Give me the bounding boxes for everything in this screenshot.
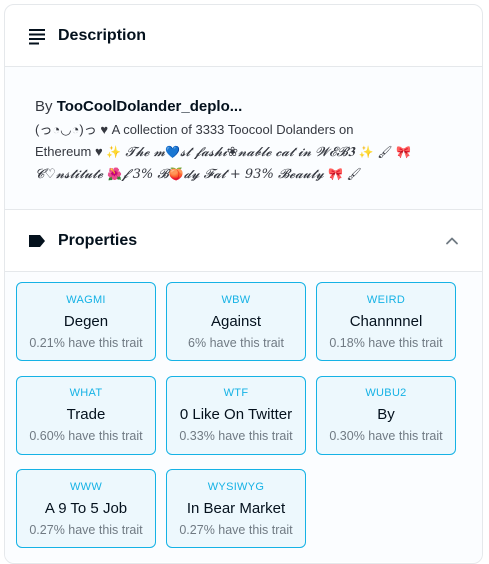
script-constitute: 𝓒♡𝓷𝓼𝓽𝓲𝓽𝓾𝓽𝓮 <box>35 167 108 182</box>
trait-type: WUBU2 <box>365 387 407 400</box>
trait-rarity: 0.21% have this trait <box>29 335 143 350</box>
chevron-up-icon[interactable] <box>444 233 460 249</box>
trait-card[interactable]: WHAT Trade 0.60% have this trait <box>16 375 156 455</box>
trait-type: WAGMI <box>66 293 106 306</box>
trait-type: WBW <box>221 293 251 306</box>
properties-title: Properties <box>58 231 138 249</box>
blue-heart-icon: 💙 <box>165 144 181 159</box>
trait-value: Against <box>210 312 262 330</box>
description-line-3: 𝓒♡𝓷𝓼𝓽𝓲𝓽𝓾𝓽𝓮 🌺𝓯 3% 𝓑🍑𝓭𝔂 𝓕𝓪𝓽 + 93% 𝓑𝓮𝓪𝓾𝓽𝔂 🎀… <box>35 163 455 186</box>
trait-type: WEIRD <box>366 293 406 306</box>
by-prefix: By <box>35 98 53 115</box>
creator-link[interactable]: TooCoolDolander_deplo... <box>57 98 243 115</box>
ribbon-icon: 🎀 <box>327 167 343 181</box>
hibiscus-icon: 🌺 <box>107 167 123 181</box>
flower-icon: ❀ <box>227 143 239 159</box>
trait-rarity: 0.33% have this trait <box>179 429 293 444</box>
trait-rarity: 6% have this trait <box>188 335 284 350</box>
trait-value: Degen <box>63 312 109 330</box>
peach-icon: 🍑 <box>168 167 184 181</box>
trait-rarity: 0.27% have this trait <box>179 522 293 537</box>
description-body: By TooCoolDolander_deplo... (っ◔◡◔)っ ♥ A … <box>5 67 482 210</box>
trait-card[interactable]: WYSIWYG In Bear Market 0.27% have this t… <box>166 469 306 549</box>
sparkle-icon: ✨ <box>106 144 122 159</box>
item-details-panel: Description By TooCoolDolander_deplo... … <box>4 4 483 564</box>
properties-grid: WAGMI Degen 0.21% have this trait WBW Ag… <box>5 272 482 562</box>
trait-type: WWW <box>69 480 103 493</box>
properties-header[interactable]: Properties <box>5 210 482 272</box>
trait-card[interactable]: WWW A 9 To 5 Job 0.27% have this trait <box>16 469 156 549</box>
brush-icon: 🖌 <box>377 144 393 159</box>
trait-value: By <box>377 406 395 424</box>
ribbon-icon: 🎀 <box>396 144 411 159</box>
script-text-2: 𝓼𝓽 𝓯𝓪𝓼𝓱𝓲 <box>180 144 228 160</box>
description-text: (っ◔◡◔)っ ♥ A collection of 3333 Toocool D… <box>35 119 455 186</box>
trait-type: WTF <box>223 387 249 400</box>
trait-card[interactable]: WAGMI Degen 0.21% have this trait <box>16 282 156 361</box>
trait-type: WYSIWYG <box>207 480 265 493</box>
description-title: Description <box>58 26 147 44</box>
description-line-2: Ethereum ♥ ✨ 𝓣𝓱𝓮 𝓶💙𝓼𝓽 𝓯𝓪𝓼𝓱𝓲❀𝓷𝓪𝓫𝓵𝓮 𝓬𝓪𝓽 𝓲𝓷… <box>35 141 455 164</box>
trait-rarity: 0.18% have this trait <box>329 335 443 350</box>
creator-byline: By TooCoolDolander_deplo... <box>35 97 452 117</box>
script-text: 𝓣𝓱𝓮 𝓶 <box>121 144 166 160</box>
script-text-3: 𝓷𝓪𝓫𝓵𝓮 𝓬𝓪𝓽 𝓲𝓷 𝓦𝓔𝓑𝟑 <box>238 144 359 160</box>
script-percent: 𝓯 3% 𝓑 <box>122 167 169 182</box>
trait-value: Channnnel <box>349 312 423 330</box>
script-beauty: 𝓭𝔂 𝓕𝓪𝓽 + 93% 𝓑𝓮𝓪𝓾𝓽𝔂 <box>183 167 328 182</box>
trait-card[interactable]: WBW Against 6% have this trait <box>166 282 306 361</box>
trait-card[interactable]: WEIRD Channnnel 0.18% have this trait <box>316 282 456 361</box>
brush-icon: 🖌 <box>346 167 362 181</box>
trait-type: WHAT <box>69 387 103 400</box>
text-ethereum: Ethereum ♥ <box>35 143 107 159</box>
description-line-1: (っ◔◡◔)っ ♥ A collection of 3333 Toocool D… <box>35 122 354 137</box>
trait-value: 0 Like On Twitter <box>179 406 293 424</box>
trait-rarity: 0.30% have this trait <box>329 429 443 444</box>
sparkle-icon: ✨ <box>358 144 374 159</box>
trait-rarity: 0.27% have this trait <box>29 522 143 537</box>
trait-card[interactable]: WTF 0 Like On Twitter 0.33% have this tr… <box>166 375 306 455</box>
trait-value: A 9 To 5 Job <box>44 499 128 517</box>
description-header[interactable]: Description <box>5 5 482 67</box>
trait-value: Trade <box>66 406 106 424</box>
trait-value: In Bear Market <box>186 499 286 517</box>
trait-rarity: 0.60% have this trait <box>29 429 143 444</box>
lines-icon <box>29 28 45 44</box>
label-tag-icon <box>29 234 45 247</box>
trait-card[interactable]: WUBU2 By 0.30% have this trait <box>316 375 456 455</box>
